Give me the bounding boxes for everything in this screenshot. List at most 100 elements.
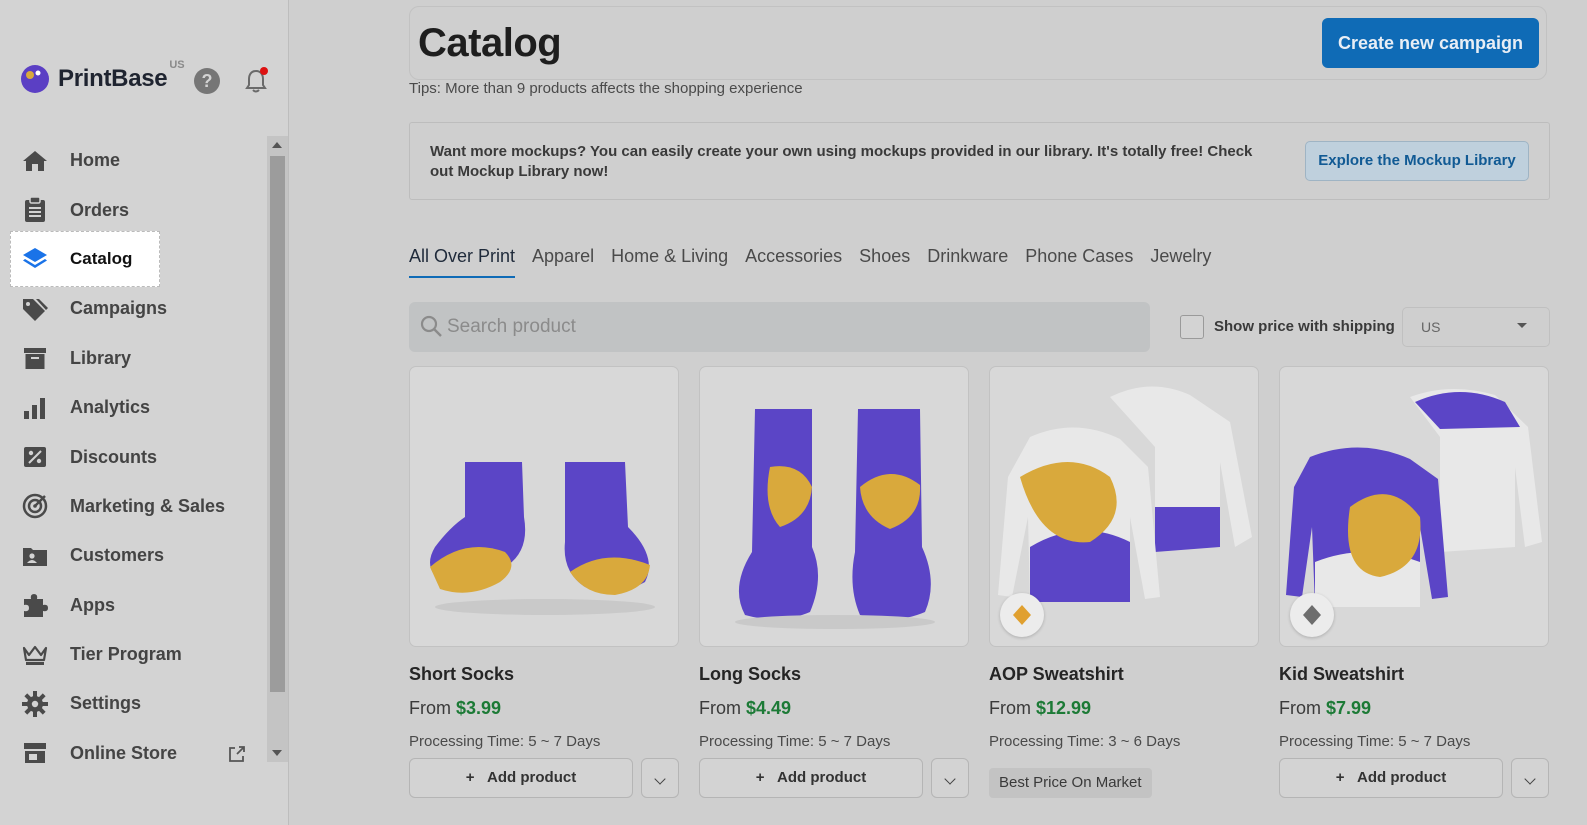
tab-jewelry[interactable]: Jewelry bbox=[1150, 244, 1211, 278]
plus-icon: + bbox=[755, 769, 778, 786]
product-image[interactable] bbox=[699, 366, 969, 647]
chevron-down-icon bbox=[654, 773, 666, 785]
printbase-logo-icon bbox=[21, 65, 49, 93]
tab-apparel[interactable]: Apparel bbox=[532, 244, 594, 278]
product-card-short-socks[interactable]: Short Socks From $3.99 Processing Time: … bbox=[409, 366, 679, 798]
product-options-button[interactable] bbox=[931, 758, 969, 798]
tab-accessories[interactable]: Accessories bbox=[745, 244, 842, 278]
plus-icon: + bbox=[465, 769, 488, 786]
product-price: $3.99 bbox=[456, 698, 502, 718]
help-icon[interactable]: ? bbox=[194, 68, 220, 94]
processing-time: Processing Time: 5 ~ 7 Days bbox=[699, 733, 891, 750]
sidebar-item-label: Library bbox=[70, 347, 132, 368]
sidebar-item-analytics[interactable]: Analytics bbox=[0, 383, 267, 432]
country-value: US bbox=[1421, 319, 1441, 335]
product-price: $4.49 bbox=[746, 698, 792, 718]
product-image[interactable] bbox=[989, 366, 1259, 647]
add-product-label: Add product bbox=[777, 769, 867, 786]
sidebar-item-discounts[interactable]: Discounts bbox=[0, 432, 267, 481]
price-prefix: From bbox=[1279, 698, 1326, 718]
best-price-badge: Best Price On Market bbox=[989, 768, 1152, 798]
tab-all-over-print[interactable]: All Over Print bbox=[409, 244, 516, 278]
sidebar-item-label: Analytics bbox=[70, 397, 151, 418]
sidebar-item-orders[interactable]: Orders bbox=[0, 185, 267, 234]
product-name[interactable]: Long Socks bbox=[699, 664, 801, 685]
sidebar-item-label: Apps bbox=[70, 594, 115, 615]
add-product-button[interactable]: + Add product bbox=[409, 758, 633, 798]
add-product-label: Add product bbox=[487, 769, 577, 786]
page-header: Catalog Create new campaign bbox=[409, 6, 1547, 80]
tier-badge-gold-icon bbox=[1000, 593, 1044, 637]
product-price-row: From $7.99 bbox=[1279, 698, 1371, 719]
target-icon bbox=[22, 493, 48, 519]
scroll-thumb[interactable] bbox=[270, 156, 285, 692]
product-price: $12.99 bbox=[1036, 698, 1092, 718]
caret-down-icon bbox=[1517, 323, 1527, 328]
product-image[interactable] bbox=[1279, 366, 1549, 647]
sidebar-item-home[interactable]: Home bbox=[0, 136, 267, 185]
sidebar-item-label: Campaigns bbox=[70, 298, 168, 319]
customers-icon bbox=[22, 543, 48, 569]
sidebar-scrollbar[interactable] bbox=[267, 136, 288, 762]
product-card-long-socks[interactable]: Long Socks From $4.49 Processing Time: 5… bbox=[699, 366, 969, 798]
search-input[interactable] bbox=[447, 302, 1137, 352]
brand-name: PrintBase bbox=[58, 65, 168, 92]
processing-time: Processing Time: 5 ~ 7 Days bbox=[409, 733, 601, 750]
product-card-kid-sweatshirt[interactable]: Kid Sweatshirt From $7.99 Processing Tim… bbox=[1279, 366, 1549, 798]
tab-home-living[interactable]: Home & Living bbox=[611, 244, 728, 278]
sidebar-item-label: Online Store bbox=[70, 742, 178, 763]
product-name[interactable]: Short Socks bbox=[409, 664, 514, 685]
product-name[interactable]: AOP Sweatshirt bbox=[989, 664, 1124, 685]
show-price-with-shipping-checkbox[interactable] bbox=[1180, 315, 1204, 339]
scroll-up-arrow-icon[interactable] bbox=[272, 142, 282, 148]
sidebar-item-tier-program[interactable]: Tier Program bbox=[0, 630, 267, 679]
sidebar-item-campaigns[interactable]: Campaigns bbox=[0, 284, 267, 333]
clipboard-icon bbox=[22, 197, 48, 223]
product-card-aop-sweatshirt[interactable]: AOP Sweatshirt From $12.99 Processing Ti… bbox=[989, 366, 1259, 798]
sidebar-item-settings[interactable]: Settings bbox=[0, 679, 267, 728]
brand-region: US bbox=[169, 59, 185, 71]
add-product-button[interactable]: + Add product bbox=[699, 758, 923, 798]
sidebar-nav: Home Orders Catalog Campaigns Library An… bbox=[0, 136, 267, 778]
plus-icon: + bbox=[1335, 769, 1358, 786]
tab-shoes[interactable]: Shoes bbox=[859, 244, 910, 278]
external-link-icon[interactable] bbox=[228, 745, 246, 763]
sidebar: PrintBase US ? Home Orders Catalog Campa… bbox=[0, 0, 289, 825]
sidebar-item-online-store[interactable]: Online Store bbox=[0, 729, 267, 778]
store-icon bbox=[22, 740, 48, 766]
search-bar bbox=[409, 302, 1150, 352]
tab-phone-cases[interactable]: Phone Cases bbox=[1025, 244, 1133, 278]
sidebar-item-label: Orders bbox=[70, 199, 130, 220]
product-name[interactable]: Kid Sweatshirt bbox=[1279, 664, 1404, 685]
brand[interactable]: PrintBase US bbox=[20, 59, 185, 94]
country-select[interactable]: US bbox=[1402, 307, 1550, 347]
percent-icon bbox=[22, 444, 48, 470]
tab-drinkware[interactable]: Drinkware bbox=[927, 244, 1008, 278]
product-price-row: From $3.99 bbox=[409, 698, 501, 719]
product-options-button[interactable] bbox=[1511, 758, 1549, 798]
sidebar-item-catalog[interactable]: Catalog bbox=[0, 230, 267, 287]
search-icon bbox=[419, 314, 443, 338]
processing-time: Processing Time: 5 ~ 7 Days bbox=[1279, 733, 1471, 750]
scroll-down-arrow-icon[interactable] bbox=[272, 750, 282, 756]
create-campaign-button[interactable]: Create new campaign bbox=[1322, 18, 1539, 68]
sidebar-item-label: Home bbox=[70, 150, 121, 171]
sidebar-item-label: Marketing & Sales bbox=[70, 495, 226, 516]
explore-mockup-library-button[interactable]: Explore the Mockup Library bbox=[1305, 141, 1529, 181]
home-icon bbox=[22, 148, 48, 174]
sidebar-item-customers[interactable]: Customers bbox=[0, 531, 267, 580]
sidebar-item-marketing[interactable]: Marketing & Sales bbox=[0, 482, 267, 531]
product-image[interactable] bbox=[409, 366, 679, 647]
layers-icon bbox=[22, 246, 48, 272]
tips-text: Tips: More than 9 products affects the s… bbox=[409, 80, 803, 97]
sidebar-item-library[interactable]: Library bbox=[0, 334, 267, 383]
sidebar-item-apps[interactable]: Apps bbox=[0, 581, 267, 630]
add-product-button[interactable]: + Add product bbox=[1279, 758, 1503, 798]
product-options-button[interactable] bbox=[641, 758, 679, 798]
gear-icon bbox=[22, 690, 48, 717]
tier-badge-silver-icon bbox=[1290, 593, 1334, 637]
show-price-with-shipping-label: Show price with shipping bbox=[1214, 318, 1395, 335]
tags-icon bbox=[22, 296, 48, 322]
notification-bell-icon[interactable] bbox=[244, 67, 268, 94]
product-price-row: From $4.49 bbox=[699, 698, 791, 719]
